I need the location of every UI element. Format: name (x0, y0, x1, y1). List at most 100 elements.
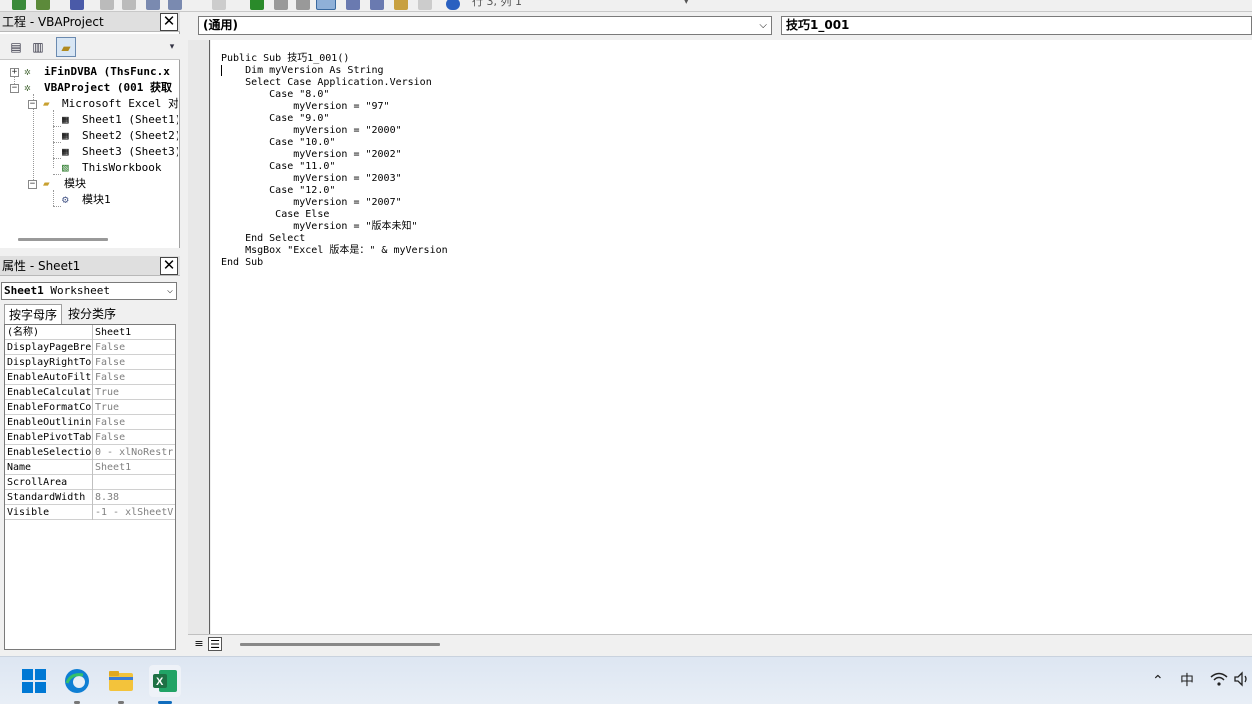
horizontal-scrollbar[interactable] (18, 238, 108, 241)
object-dropdown[interactable]: Sheet1 Worksheet ⌵ (1, 282, 177, 300)
svg-text:X: X (156, 676, 164, 688)
property-row[interactable]: DisplayRightTo False (5, 355, 175, 370)
collapse-icon[interactable]: − (10, 84, 19, 93)
property-key: EnableOutlinin (7, 415, 93, 430)
close-icon[interactable]: ✕ (160, 13, 178, 31)
property-value[interactable]: True (95, 385, 175, 400)
property-row[interactable]: Visible -1 - xlSheetV (5, 505, 175, 520)
code-text[interactable]: Public Sub 技巧1_001() Dim myVersion As St… (221, 53, 448, 269)
procedure-combo[interactable]: 技巧1_001 (781, 16, 1252, 35)
tab-alphabetic[interactable]: 按字母序 (4, 304, 63, 324)
chevron-down-icon[interactable]: ⌵ (167, 283, 173, 299)
properties-title-text: 属性 - Sheet1 (2, 259, 81, 273)
property-row[interactable]: EnableOutlinin False (5, 415, 175, 430)
property-key: Visible (7, 505, 93, 520)
properties-window-icon[interactable] (370, 0, 384, 10)
property-key: EnablePivotTab (7, 430, 93, 445)
property-row[interactable]: Name Sheet1 (5, 460, 175, 475)
project-explorer-icon[interactable] (346, 0, 360, 10)
toolbar: 行 3, 列 1 ▾ (0, 0, 1252, 12)
wifi-icon[interactable] (1210, 671, 1228, 693)
toolbar-overflow-icon[interactable]: ▾ (684, 0, 689, 8)
edge-browser-icon[interactable] (61, 665, 93, 704)
find-icon[interactable] (168, 0, 182, 10)
property-value[interactable] (95, 475, 175, 490)
excel-view-icon[interactable] (12, 0, 26, 10)
view-object-icon[interactable]: ▥ (28, 37, 48, 57)
property-key: EnableAutoFilt (7, 370, 93, 385)
property-row[interactable]: DisplayPageBre False (5, 340, 175, 355)
tree-item-excel-objects[interactable]: − ▰ Microsoft Excel 对象 (0, 96, 178, 112)
excel-app-icon[interactable]: X (149, 665, 181, 704)
toolbox-icon[interactable] (418, 0, 432, 10)
help-icon[interactable] (446, 0, 460, 10)
procedure-combo-value: 技巧1_001 (786, 18, 850, 32)
property-value[interactable]: 0 - xlNoRestr (95, 445, 175, 460)
chevron-up-icon[interactable]: ⌃ (1152, 671, 1164, 691)
toolbar-overflow-icon[interactable]: ▾ (166, 37, 178, 57)
property-value[interactable]: False (95, 415, 175, 430)
property-row[interactable]: ScrollArea (5, 475, 175, 490)
property-value[interactable]: 8.38 (95, 490, 175, 505)
project-explorer-toolbar: ▤ ▥ ▰ ▾ (0, 34, 180, 60)
collapse-icon[interactable]: − (28, 100, 37, 109)
property-row[interactable]: (名称) Sheet1 (5, 325, 175, 340)
property-row[interactable]: StandardWidth 8.38 (5, 490, 175, 505)
toggle-folders-icon[interactable]: ▰ (56, 37, 76, 57)
undo-icon[interactable] (212, 0, 226, 10)
tree-item-sheet3[interactable]: ▦ Sheet3 (Sheet3) (0, 144, 178, 160)
file-explorer-icon[interactable] (105, 665, 137, 704)
tree-item-modules[interactable]: − ▰ 模块 (0, 176, 178, 192)
tree-item-sheet1[interactable]: ▦ Sheet1 (Sheet1) (0, 112, 178, 128)
cut-icon[interactable] (100, 0, 114, 10)
tree-item-sheet2[interactable]: ▦ Sheet2 (Sheet2) (0, 128, 178, 144)
property-value[interactable]: False (95, 340, 175, 355)
copy-icon[interactable] (122, 0, 136, 10)
property-key: ScrollArea (7, 475, 93, 490)
property-row[interactable]: EnableSelectio 0 - xlNoRestr (5, 445, 175, 460)
property-row[interactable]: EnableAutoFilt False (5, 370, 175, 385)
collapse-icon[interactable]: − (28, 180, 37, 189)
expand-icon[interactable]: + (10, 68, 19, 77)
property-value[interactable]: False (95, 370, 175, 385)
property-value[interactable]: Sheet1 (95, 325, 175, 340)
ime-indicator[interactable]: 中 (1180, 671, 1194, 691)
insert-module-icon[interactable] (36, 0, 50, 10)
view-code-icon[interactable]: ▤ (6, 37, 26, 57)
save-icon[interactable] (70, 0, 84, 10)
property-row[interactable]: EnableCalculat True (5, 385, 175, 400)
property-value[interactable]: False (95, 355, 175, 370)
property-row[interactable]: EnableFormatCo True (5, 400, 175, 415)
property-value[interactable]: -1 - xlSheetV (95, 505, 175, 520)
tree-item-ifindvba[interactable]: + ✲ iFinDVBA (ThsFunc.x (0, 64, 178, 80)
object-combo[interactable]: (通用) ⌵ (198, 16, 772, 35)
windows-start-icon[interactable] (18, 665, 50, 697)
tree-item-module1[interactable]: ⚙ 模块1 (0, 192, 178, 208)
tree-item-label: Sheet1 (Sheet1) (82, 113, 178, 126)
procedure-view-icon[interactable]: ≡ (192, 637, 206, 651)
property-value[interactable]: Sheet1 (95, 460, 175, 475)
chevron-down-icon[interactable]: ⌵ (759, 17, 767, 34)
property-value[interactable]: False (95, 430, 175, 445)
run-icon[interactable] (250, 0, 264, 10)
property-value[interactable]: True (95, 400, 175, 415)
tab-categorized[interactable]: 按分类序 (64, 304, 120, 324)
tree-item-thisworkbook[interactable]: ▧ ThisWorkbook (0, 160, 178, 176)
reset-icon[interactable] (296, 0, 310, 10)
tree-item-vbaproject[interactable]: − ✲ VBAProject (001 获取 (0, 80, 178, 96)
property-row[interactable]: EnablePivotTab False (5, 430, 175, 445)
break-icon[interactable] (274, 0, 288, 10)
paste-icon[interactable] (146, 0, 160, 10)
close-icon[interactable]: ✕ (160, 257, 178, 275)
code-window: (通用) ⌵ 技巧1_001 Public Sub 技巧1_001() Dim … (184, 12, 1252, 654)
tree-item-label: Sheet3 (Sheet3) (82, 145, 178, 158)
object-type: Worksheet (50, 284, 110, 297)
horizontal-scrollbar[interactable] (240, 643, 440, 646)
project-explorer: 工程 - VBAProject ✕ ▤ ▥ ▰ ▾ + ✲ iFinDVBA (… (0, 12, 180, 248)
full-module-view-icon[interactable]: ☰ (208, 637, 222, 651)
object-browser-icon[interactable] (394, 0, 408, 10)
code-editor[interactable]: Public Sub 技巧1_001() Dim myVersion As St… (211, 40, 1252, 634)
code-margin[interactable] (188, 40, 210, 634)
speaker-icon[interactable] (1234, 671, 1252, 693)
design-mode-icon[interactable] (316, 0, 336, 10)
